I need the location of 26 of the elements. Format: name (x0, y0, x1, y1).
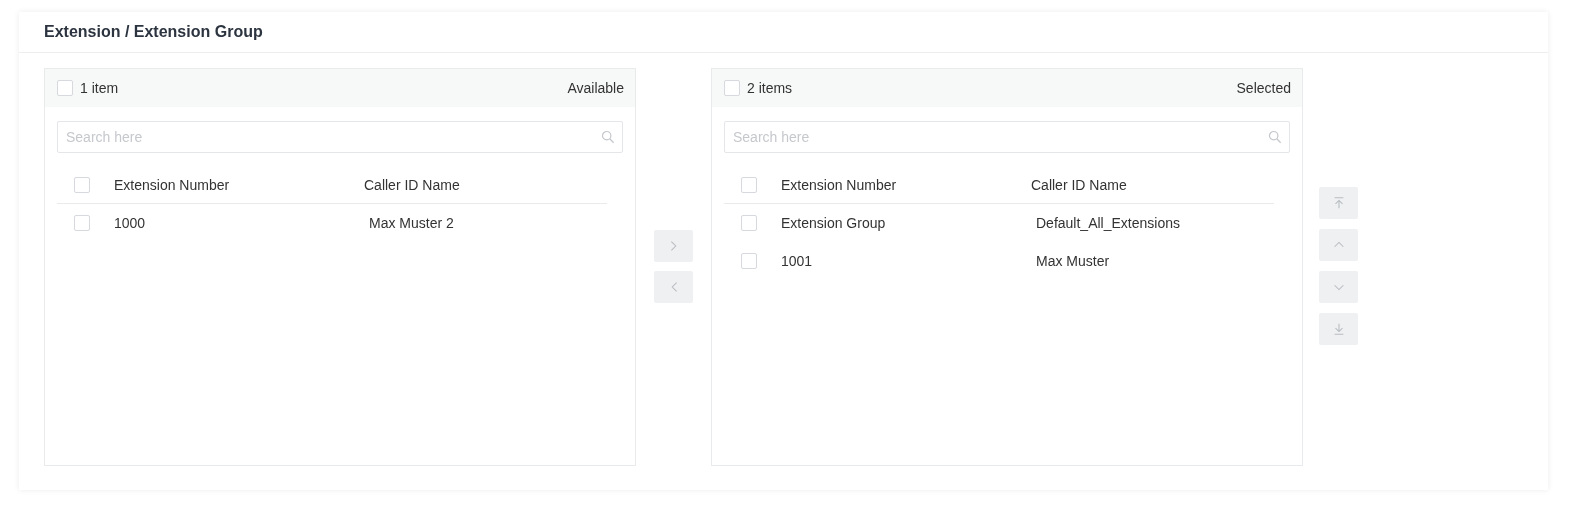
column-header: Extension Number (781, 176, 898, 193)
row-checkbox[interactable] (741, 253, 757, 269)
header-checkbox[interactable] (741, 176, 757, 193)
table-cell-text: 1001 (781, 253, 814, 269)
table-cell: Max Muster (1036, 253, 1110, 269)
table-cell: Default_All_Extensions (1036, 215, 1180, 231)
search-field[interactable]: Search here (724, 121, 1290, 153)
column-header: Caller ID Name (1031, 176, 1127, 193)
search-icon (601, 130, 615, 144)
section-title: Extension / Extension Group (44, 23, 263, 41)
column-header: Caller ID Name (364, 176, 460, 193)
row-checkbox[interactable] (74, 215, 90, 231)
item-count: 1 item (80, 80, 119, 96)
panel-label: Available (567, 80, 624, 96)
panel-label: Selected (1236, 80, 1291, 96)
item-count: 2 items (747, 80, 793, 96)
table-cell: Max Muster 2 (369, 215, 454, 231)
select-all-checkbox[interactable] (724, 80, 740, 96)
table-cell-text: Extension Group (781, 215, 887, 231)
search-icon (1268, 130, 1282, 144)
header-checkbox[interactable] (74, 176, 90, 193)
table-cell-text: 1000 (114, 215, 147, 231)
row-checkbox[interactable] (741, 215, 757, 231)
select-all-checkbox[interactable] (57, 80, 73, 96)
column-header: Extension Number (114, 176, 231, 193)
search-field[interactable]: Search here (57, 121, 623, 153)
